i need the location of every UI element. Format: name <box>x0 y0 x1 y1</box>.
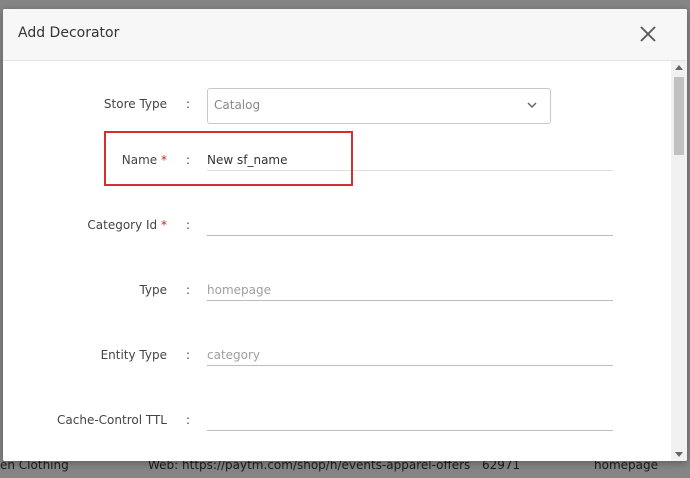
cache-control-row: Cache-Control TTL : <box>3 410 671 453</box>
type-input[interactable] <box>207 280 613 301</box>
scroll-up-arrow-icon[interactable] <box>675 65 683 70</box>
required-asterisk: * <box>161 153 167 167</box>
entity-type-label: Entity Type <box>100 348 167 362</box>
name-row: Name * : <box>3 150 671 193</box>
store-type-value: Catalog <box>214 98 261 112</box>
scroll-down-arrow-icon[interactable] <box>675 452 683 457</box>
cache-control-label: Cache-Control TTL <box>57 413 167 427</box>
category-id-row: Category Id * : <box>3 215 671 258</box>
type-label: Type <box>139 283 167 297</box>
cache-control-input[interactable] <box>207 410 613 431</box>
scrollbar[interactable] <box>671 61 687 461</box>
store-type-row: Store Type : Catalog <box>3 88 671 137</box>
chevron-down-icon <box>527 102 537 109</box>
separator: : <box>186 413 191 427</box>
separator: : <box>186 348 191 362</box>
category-id-input[interactable] <box>207 215 613 236</box>
dialog-title: Add Decorator <box>18 25 120 41</box>
scroll-thumb[interactable] <box>674 77 684 155</box>
required-asterisk: * <box>161 218 167 232</box>
separator: : <box>186 97 191 111</box>
dialog-header: Add Decorator <box>3 9 687 61</box>
store-type-select[interactable]: Catalog <box>207 88 551 124</box>
store-type-label: Store Type <box>103 97 167 111</box>
separator: : <box>186 153 191 167</box>
name-label: Name * <box>121 153 167 167</box>
close-icon <box>640 26 656 42</box>
dialog-body: Store Type : Catalog Name * : Category I… <box>3 61 671 461</box>
type-row: Type : <box>3 280 671 323</box>
name-input[interactable] <box>207 150 613 171</box>
entity-type-input[interactable] <box>207 345 613 366</box>
separator: : <box>186 218 191 232</box>
entity-type-row: Entity Type : <box>3 345 671 388</box>
add-decorator-dialog: Add Decorator Store Type : Catalog Name … <box>3 9 687 461</box>
category-id-label: Category Id * <box>87 218 167 232</box>
separator: : <box>186 283 191 297</box>
close-button[interactable] <box>636 22 660 46</box>
